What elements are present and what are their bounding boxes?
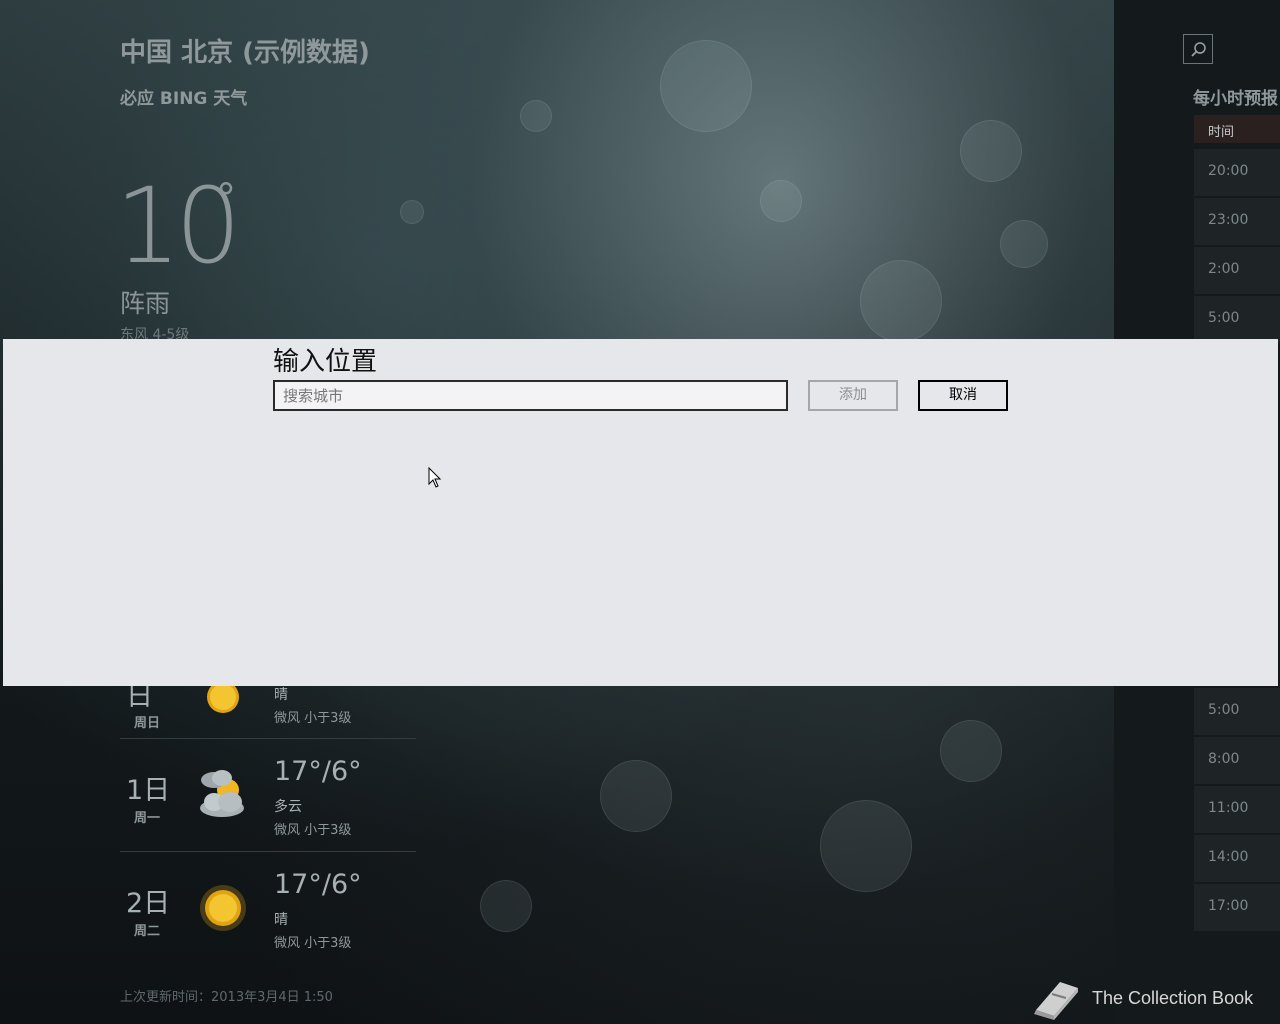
hourly-row: 5:00 [1194, 688, 1280, 736]
forecast-weekday: 周一 [134, 811, 161, 826]
hourly-row: 11:00 [1194, 786, 1280, 834]
divider [120, 851, 416, 852]
degree-symbol: ° [216, 176, 236, 222]
dialog-title: 输入位置 [273, 347, 378, 377]
forecast-day[interactable]: 1日 周一 17°/6° 多云 微风 小于3级 [120, 738, 416, 850]
search-button[interactable] [1183, 34, 1213, 64]
sun-icon [200, 885, 246, 931]
forecast-wind: 微风 小于3级 [274, 823, 352, 838]
forecast-weekday: 周日 [134, 716, 161, 731]
city-title: 中国 北京 (示例数据) [120, 38, 370, 68]
city-search-input[interactable] [273, 380, 788, 411]
forecast-day-number: 1日 [126, 775, 171, 806]
current-condition: 阵雨 [120, 289, 171, 318]
forecast-wind: 微风 小于3级 [274, 711, 352, 726]
forecast-wind: 微风 小于3级 [274, 936, 352, 951]
forecast-condition: 晴 [274, 912, 288, 928]
forecast-temperature: 17°/6° [274, 869, 362, 900]
forecast-condition: 晴 [274, 687, 288, 703]
divider [120, 738, 416, 739]
cloudy-icon [200, 770, 244, 817]
provider-label: 必应 BING 天气 [120, 89, 248, 109]
search-icon [1191, 42, 1206, 57]
hourly-title: 每小时预报 [1193, 89, 1278, 109]
forecast-day-number: 2日 [126, 888, 171, 919]
book-icon [1034, 982, 1078, 1020]
watermark-text: The Collection Book [1092, 988, 1254, 1008]
hourly-row: 20:00 [1194, 149, 1280, 197]
forecast-day[interactable]: 2日 周二 17°/6° 晴 微风 小于3级 [120, 851, 416, 963]
hourly-row: 14:00 [1194, 835, 1280, 883]
hourly-row: 8:00 [1194, 737, 1280, 785]
forecast-condition: 多云 [274, 799, 302, 815]
forecast-weekday: 周二 [134, 924, 161, 939]
last-update-time: 上次更新时间：2013年3月4日 1:50 [120, 990, 333, 1005]
enter-location-dialog: 输入位置 添加 取消 [3, 339, 1278, 686]
hourly-row: 5:00 [1194, 296, 1280, 344]
hourly-row: 23:00 [1194, 198, 1280, 246]
cancel-button[interactable]: 取消 [918, 380, 1008, 411]
hourly-header: 时间 [1194, 115, 1280, 143]
forecast-temperature: 17°/6° [274, 756, 362, 787]
add-button[interactable]: 添加 [808, 380, 898, 411]
hourly-row: 2:00 [1194, 247, 1280, 295]
mouse-cursor-icon [428, 467, 442, 488]
hourly-row: 17:00 [1194, 884, 1280, 932]
